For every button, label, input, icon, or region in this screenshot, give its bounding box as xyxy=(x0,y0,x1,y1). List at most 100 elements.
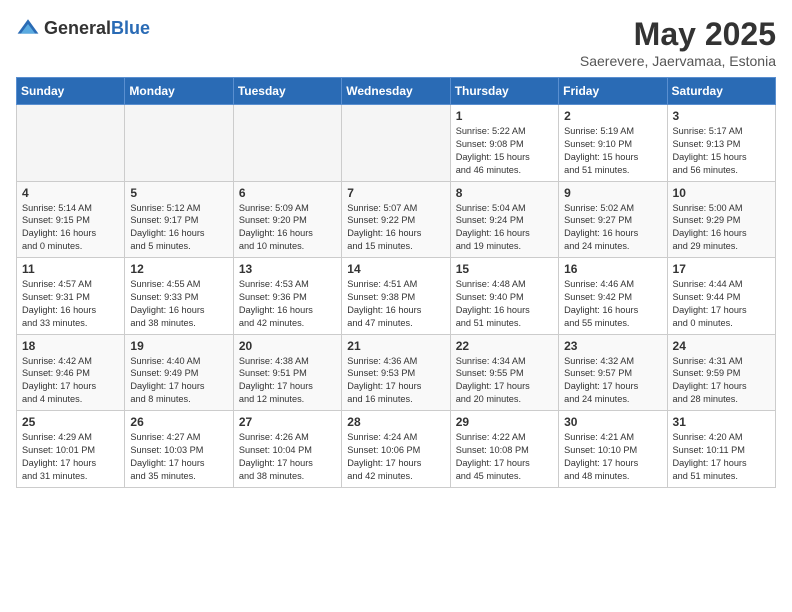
day-info: Sunrise: 4:36 AM Sunset: 9:53 PM Dayligh… xyxy=(347,355,444,407)
calendar-cell: 24Sunrise: 4:31 AM Sunset: 9:59 PM Dayli… xyxy=(667,334,775,411)
day-info: Sunrise: 4:40 AM Sunset: 9:49 PM Dayligh… xyxy=(130,355,227,407)
day-info: Sunrise: 4:34 AM Sunset: 9:55 PM Dayligh… xyxy=(456,355,553,407)
day-number: 30 xyxy=(564,415,661,429)
day-number: 5 xyxy=(130,186,227,200)
day-info: Sunrise: 5:04 AM Sunset: 9:24 PM Dayligh… xyxy=(456,202,553,254)
day-number: 10 xyxy=(673,186,770,200)
day-info: Sunrise: 5:12 AM Sunset: 9:17 PM Dayligh… xyxy=(130,202,227,254)
calendar-cell: 9 Sunrise: 5:02 AM Sunset: 9:27 PM Daylig… xyxy=(559,181,667,258)
day-info: Sunrise: 4:29 AM Sunset: 10:01 PM Daylig… xyxy=(22,431,119,483)
day-number: 20 xyxy=(239,339,336,353)
calendar-cell: 22 Sunrise: 4:34 AM Sunset: 9:55 PM Dayli… xyxy=(450,334,558,411)
day-number: 18 xyxy=(22,339,119,353)
day-number: 9 xyxy=(564,186,661,200)
calendar-cell: 16 Sunrise: 4:46 AM Sunset: 9:42 PM Dayli… xyxy=(559,258,667,335)
calendar-table: SundayMondayTuesdayWednesdayThursdayFrid… xyxy=(16,77,776,488)
weekday-header-sunday: Sunday xyxy=(17,78,125,105)
day-number: 19 xyxy=(130,339,227,353)
calendar-cell: 19 Sunrise: 4:40 AM Sunset: 9:49 PM Dayli… xyxy=(125,334,233,411)
title-section: May 2025 Saerevere, Jaervamaa, Estonia xyxy=(580,16,776,69)
weekday-header-monday: Monday xyxy=(125,78,233,105)
calendar-title: May 2025 xyxy=(580,16,776,53)
calendar-cell xyxy=(233,105,341,182)
logo: GeneralBlue xyxy=(16,16,150,40)
day-number: 22 xyxy=(456,339,553,353)
calendar-cell: 29 Sunrise: 4:22 AM Sunset: 10:08 PM Dayl… xyxy=(450,411,558,488)
calendar-cell: 3Sunrise: 5:17 AM Sunset: 9:13 PM Daylig… xyxy=(667,105,775,182)
calendar-cell: 14 Sunrise: 4:51 AM Sunset: 9:38 PM Dayli… xyxy=(342,258,450,335)
calendar-cell: 10 Sunrise: 5:00 AM Sunset: 9:29 PM Dayli… xyxy=(667,181,775,258)
calendar-cell: 17 Sunrise: 4:44 AM Sunset: 9:44 PM Dayli… xyxy=(667,258,775,335)
day-info: Sunrise: 5:14 AM Sunset: 9:15 PM Dayligh… xyxy=(22,202,119,254)
day-info: Sunrise: 4:48 AM Sunset: 9:40 PM Dayligh… xyxy=(456,278,553,330)
logo-general-text: GeneralBlue xyxy=(44,18,150,39)
calendar-cell: 6Sunrise: 5:09 AM Sunset: 9:20 PM Daylig… xyxy=(233,181,341,258)
day-number: 2 xyxy=(564,109,661,123)
calendar-cell: 23 Sunrise: 4:32 AM Sunset: 9:57 PM Dayli… xyxy=(559,334,667,411)
calendar-cell: 5 Sunrise: 5:12 AM Sunset: 9:17 PM Daylig… xyxy=(125,181,233,258)
day-number: 29 xyxy=(456,415,553,429)
day-info: Sunrise: 4:26 AM Sunset: 10:04 PM Daylig… xyxy=(239,431,336,483)
page-header: GeneralBlue May 2025 Saerevere, Jaervama… xyxy=(16,16,776,69)
calendar-cell: 31 Sunrise: 4:20 AM Sunset: 10:11 PM Dayl… xyxy=(667,411,775,488)
day-info: Sunrise: 5:22 AM Sunset: 9:08 PM Dayligh… xyxy=(456,125,553,177)
calendar-cell: 20Sunrise: 4:38 AM Sunset: 9:51 PM Dayli… xyxy=(233,334,341,411)
week-row-3: 11Sunrise: 4:57 AM Sunset: 9:31 PM Dayli… xyxy=(17,258,776,335)
calendar-cell: 2 Sunrise: 5:19 AM Sunset: 9:10 PM Daylig… xyxy=(559,105,667,182)
day-number: 23 xyxy=(564,339,661,353)
day-info: Sunrise: 5:00 AM Sunset: 9:29 PM Dayligh… xyxy=(673,202,770,254)
day-info: Sunrise: 4:42 AM Sunset: 9:46 PM Dayligh… xyxy=(22,355,119,407)
calendar-cell: 21 Sunrise: 4:36 AM Sunset: 9:53 PM Dayli… xyxy=(342,334,450,411)
day-number: 28 xyxy=(347,415,444,429)
day-number: 24 xyxy=(673,339,770,353)
weekday-header-saturday: Saturday xyxy=(667,78,775,105)
calendar-cell: 7 Sunrise: 5:07 AM Sunset: 9:22 PM Daylig… xyxy=(342,181,450,258)
calendar-cell: 4 Sunrise: 5:14 AM Sunset: 9:15 PM Daylig… xyxy=(17,181,125,258)
weekday-header-wednesday: Wednesday xyxy=(342,78,450,105)
day-number: 15 xyxy=(456,262,553,276)
day-info: Sunrise: 4:55 AM Sunset: 9:33 PM Dayligh… xyxy=(130,278,227,330)
day-info: Sunrise: 4:22 AM Sunset: 10:08 PM Daylig… xyxy=(456,431,553,483)
weekday-header-tuesday: Tuesday xyxy=(233,78,341,105)
day-number: 13 xyxy=(239,262,336,276)
logo-icon xyxy=(16,16,40,40)
calendar-cell xyxy=(125,105,233,182)
calendar-cell: 11Sunrise: 4:57 AM Sunset: 9:31 PM Dayli… xyxy=(17,258,125,335)
day-number: 21 xyxy=(347,339,444,353)
calendar-cell: 25Sunrise: 4:29 AM Sunset: 10:01 PM Dayl… xyxy=(17,411,125,488)
day-info: Sunrise: 4:57 AM Sunset: 9:31 PM Dayligh… xyxy=(22,278,119,330)
day-number: 8 xyxy=(456,186,553,200)
day-number: 17 xyxy=(673,262,770,276)
calendar-cell: 12 Sunrise: 4:55 AM Sunset: 9:33 PM Dayli… xyxy=(125,258,233,335)
week-row-5: 25Sunrise: 4:29 AM Sunset: 10:01 PM Dayl… xyxy=(17,411,776,488)
day-number: 26 xyxy=(130,415,227,429)
day-info: Sunrise: 4:46 AM Sunset: 9:42 PM Dayligh… xyxy=(564,278,661,330)
day-info: Sunrise: 5:02 AM Sunset: 9:27 PM Dayligh… xyxy=(564,202,661,254)
day-info: Sunrise: 5:19 AM Sunset: 9:10 PM Dayligh… xyxy=(564,125,661,177)
calendar-cell: 15 Sunrise: 4:48 AM Sunset: 9:40 PM Dayli… xyxy=(450,258,558,335)
day-number: 12 xyxy=(130,262,227,276)
calendar-cell: 18 Sunrise: 4:42 AM Sunset: 9:46 PM Dayli… xyxy=(17,334,125,411)
calendar-cell xyxy=(17,105,125,182)
day-info: Sunrise: 4:32 AM Sunset: 9:57 PM Dayligh… xyxy=(564,355,661,407)
calendar-cell: 8 Sunrise: 5:04 AM Sunset: 9:24 PM Daylig… xyxy=(450,181,558,258)
day-number: 14 xyxy=(347,262,444,276)
calendar-cell xyxy=(342,105,450,182)
day-info: Sunrise: 5:07 AM Sunset: 9:22 PM Dayligh… xyxy=(347,202,444,254)
day-info: Sunrise: 4:20 AM Sunset: 10:11 PM Daylig… xyxy=(673,431,770,483)
day-number: 3 xyxy=(673,109,770,123)
day-number: 31 xyxy=(673,415,770,429)
day-number: 27 xyxy=(239,415,336,429)
day-number: 4 xyxy=(22,186,119,200)
calendar-subtitle: Saerevere, Jaervamaa, Estonia xyxy=(580,53,776,69)
day-number: 16 xyxy=(564,262,661,276)
week-row-2: 4 Sunrise: 5:14 AM Sunset: 9:15 PM Daylig… xyxy=(17,181,776,258)
day-info: Sunrise: 4:24 AM Sunset: 10:06 PM Daylig… xyxy=(347,431,444,483)
day-number: 7 xyxy=(347,186,444,200)
weekday-header-friday: Friday xyxy=(559,78,667,105)
day-info: Sunrise: 4:51 AM Sunset: 9:38 PM Dayligh… xyxy=(347,278,444,330)
calendar-cell: 13 Sunrise: 4:53 AM Sunset: 9:36 PM Dayli… xyxy=(233,258,341,335)
day-info: Sunrise: 4:53 AM Sunset: 9:36 PM Dayligh… xyxy=(239,278,336,330)
day-info: Sunrise: 4:44 AM Sunset: 9:44 PM Dayligh… xyxy=(673,278,770,330)
day-number: 1 xyxy=(456,109,553,123)
